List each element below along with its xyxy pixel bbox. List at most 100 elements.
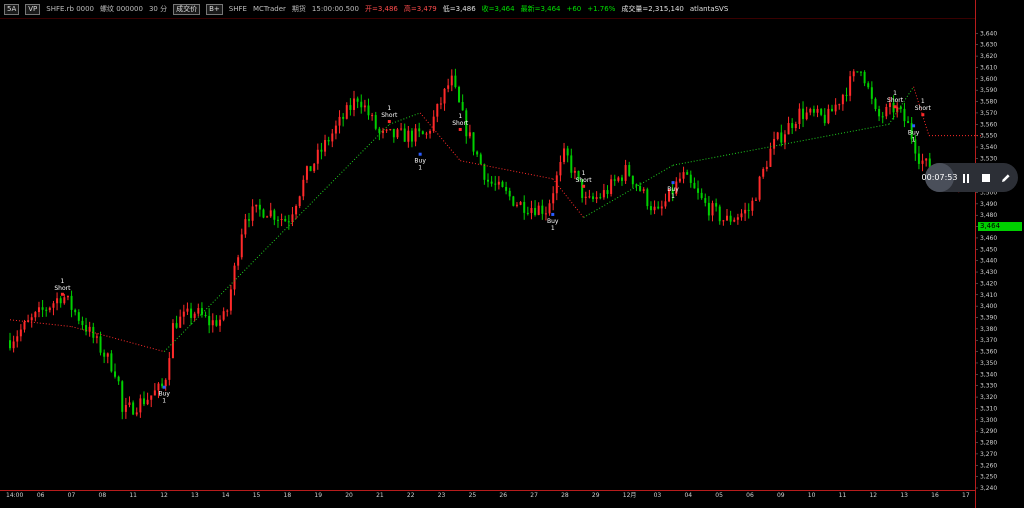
candle-body xyxy=(541,205,544,214)
signal-marker xyxy=(418,152,422,156)
candle-body xyxy=(769,148,772,167)
candle-body xyxy=(870,87,873,99)
y-tick-label: 3,270 xyxy=(980,451,997,458)
y-tick-label: 3,360 xyxy=(980,349,997,356)
candle-body xyxy=(483,164,486,180)
candle-body xyxy=(52,303,55,308)
candle-body xyxy=(276,219,279,221)
candle-body xyxy=(229,289,232,311)
y-tick-label: 3,590 xyxy=(980,87,997,94)
candle-body xyxy=(780,132,783,143)
pencil-icon xyxy=(1002,173,1010,182)
candle-body xyxy=(389,128,392,130)
candle-body xyxy=(867,83,870,88)
candle-body xyxy=(164,379,167,387)
candle-body xyxy=(657,206,660,209)
plot-top-border xyxy=(0,18,975,19)
candle-body xyxy=(559,161,562,176)
y-tick-label: 3,280 xyxy=(980,440,997,447)
y-tick-label: 3,390 xyxy=(980,315,997,322)
candle-body xyxy=(530,207,533,213)
candle-body xyxy=(617,177,620,181)
candle-body xyxy=(700,192,703,199)
signal-label: Short xyxy=(915,105,932,112)
candle-body xyxy=(237,257,240,266)
candle-body xyxy=(631,175,634,185)
trend-line-segment xyxy=(9,319,72,328)
candle-body xyxy=(48,307,51,311)
candle-body xyxy=(244,219,247,235)
candle-body xyxy=(773,138,776,149)
candle-body xyxy=(523,201,526,213)
candle-body xyxy=(610,179,613,194)
candle-body xyxy=(12,341,15,349)
x-tick-label: 23 xyxy=(438,492,446,499)
candle-body xyxy=(468,132,471,137)
x-tick-label: 12月 xyxy=(623,492,637,499)
y-tick-label: 3,340 xyxy=(980,371,997,378)
candle-body xyxy=(171,323,174,359)
stop-button[interactable] xyxy=(978,168,994,188)
candle-body xyxy=(450,75,453,86)
candle-body xyxy=(859,71,862,73)
candle-body xyxy=(353,98,356,110)
candle-body xyxy=(280,218,283,220)
y-tick-label: 3,320 xyxy=(980,394,997,401)
candle-body xyxy=(508,190,511,197)
candle-body xyxy=(454,75,457,87)
signal-label: Buy xyxy=(908,129,920,136)
pause-button[interactable] xyxy=(958,168,974,188)
signal-count: 1 xyxy=(921,98,925,105)
signal-count: 1 xyxy=(387,105,391,112)
signal-marker xyxy=(893,105,897,109)
x-tick-label: 06 xyxy=(746,492,754,499)
candle-body xyxy=(269,210,272,217)
signal-marker xyxy=(387,120,391,124)
candle-body xyxy=(240,234,243,258)
candle-body xyxy=(776,132,779,139)
candle-body xyxy=(222,311,225,320)
candle-body xyxy=(233,265,236,290)
x-tick-label: 29 xyxy=(592,492,600,499)
candle-body xyxy=(903,108,906,122)
candle-body xyxy=(175,323,178,328)
y-tick-label: 3,640 xyxy=(980,30,997,37)
y-tick-label: 3,610 xyxy=(980,64,997,71)
candle-body xyxy=(689,174,692,183)
candle-body xyxy=(316,149,319,164)
candle-body xyxy=(349,105,352,110)
candle-body xyxy=(584,196,587,198)
candle-body xyxy=(345,105,348,119)
y-tick-label: 3,540 xyxy=(980,144,997,151)
x-tick-label: 28 xyxy=(561,492,569,499)
candle-body xyxy=(646,189,649,207)
candle-body xyxy=(718,206,721,222)
candle-body xyxy=(722,220,725,222)
candle-body xyxy=(831,108,834,112)
signal-label: Buy xyxy=(547,218,559,225)
signal-count: 1 xyxy=(458,113,462,120)
candle-body xyxy=(327,140,330,142)
signal-marker xyxy=(458,127,462,131)
candle-body xyxy=(135,412,138,415)
candle-body xyxy=(63,297,66,304)
candle-body xyxy=(295,205,298,215)
price-chart[interactable]: 3,240 3,250 3,260 3,270 3,280 3,290 3,300 3,310… xyxy=(0,0,1024,508)
y-tick-label: 3,410 xyxy=(980,292,997,299)
candle-body xyxy=(595,197,598,199)
x-tick-label: 21 xyxy=(376,492,384,499)
signal-short: 1Short xyxy=(381,105,398,124)
candle-body xyxy=(751,200,754,211)
candle-body xyxy=(74,309,77,313)
annotate-button[interactable] xyxy=(998,168,1014,188)
candle-body xyxy=(226,310,229,312)
candle-body xyxy=(588,196,591,198)
candle-body xyxy=(45,309,48,311)
signal-marker xyxy=(162,385,166,389)
candle-body xyxy=(599,197,602,199)
recording-timer: 00:07:53 xyxy=(922,163,957,192)
candle-body xyxy=(266,216,269,218)
y-tick-label: 3,310 xyxy=(980,405,997,412)
candle-body xyxy=(660,206,663,209)
signal-label: Buy xyxy=(667,186,679,193)
